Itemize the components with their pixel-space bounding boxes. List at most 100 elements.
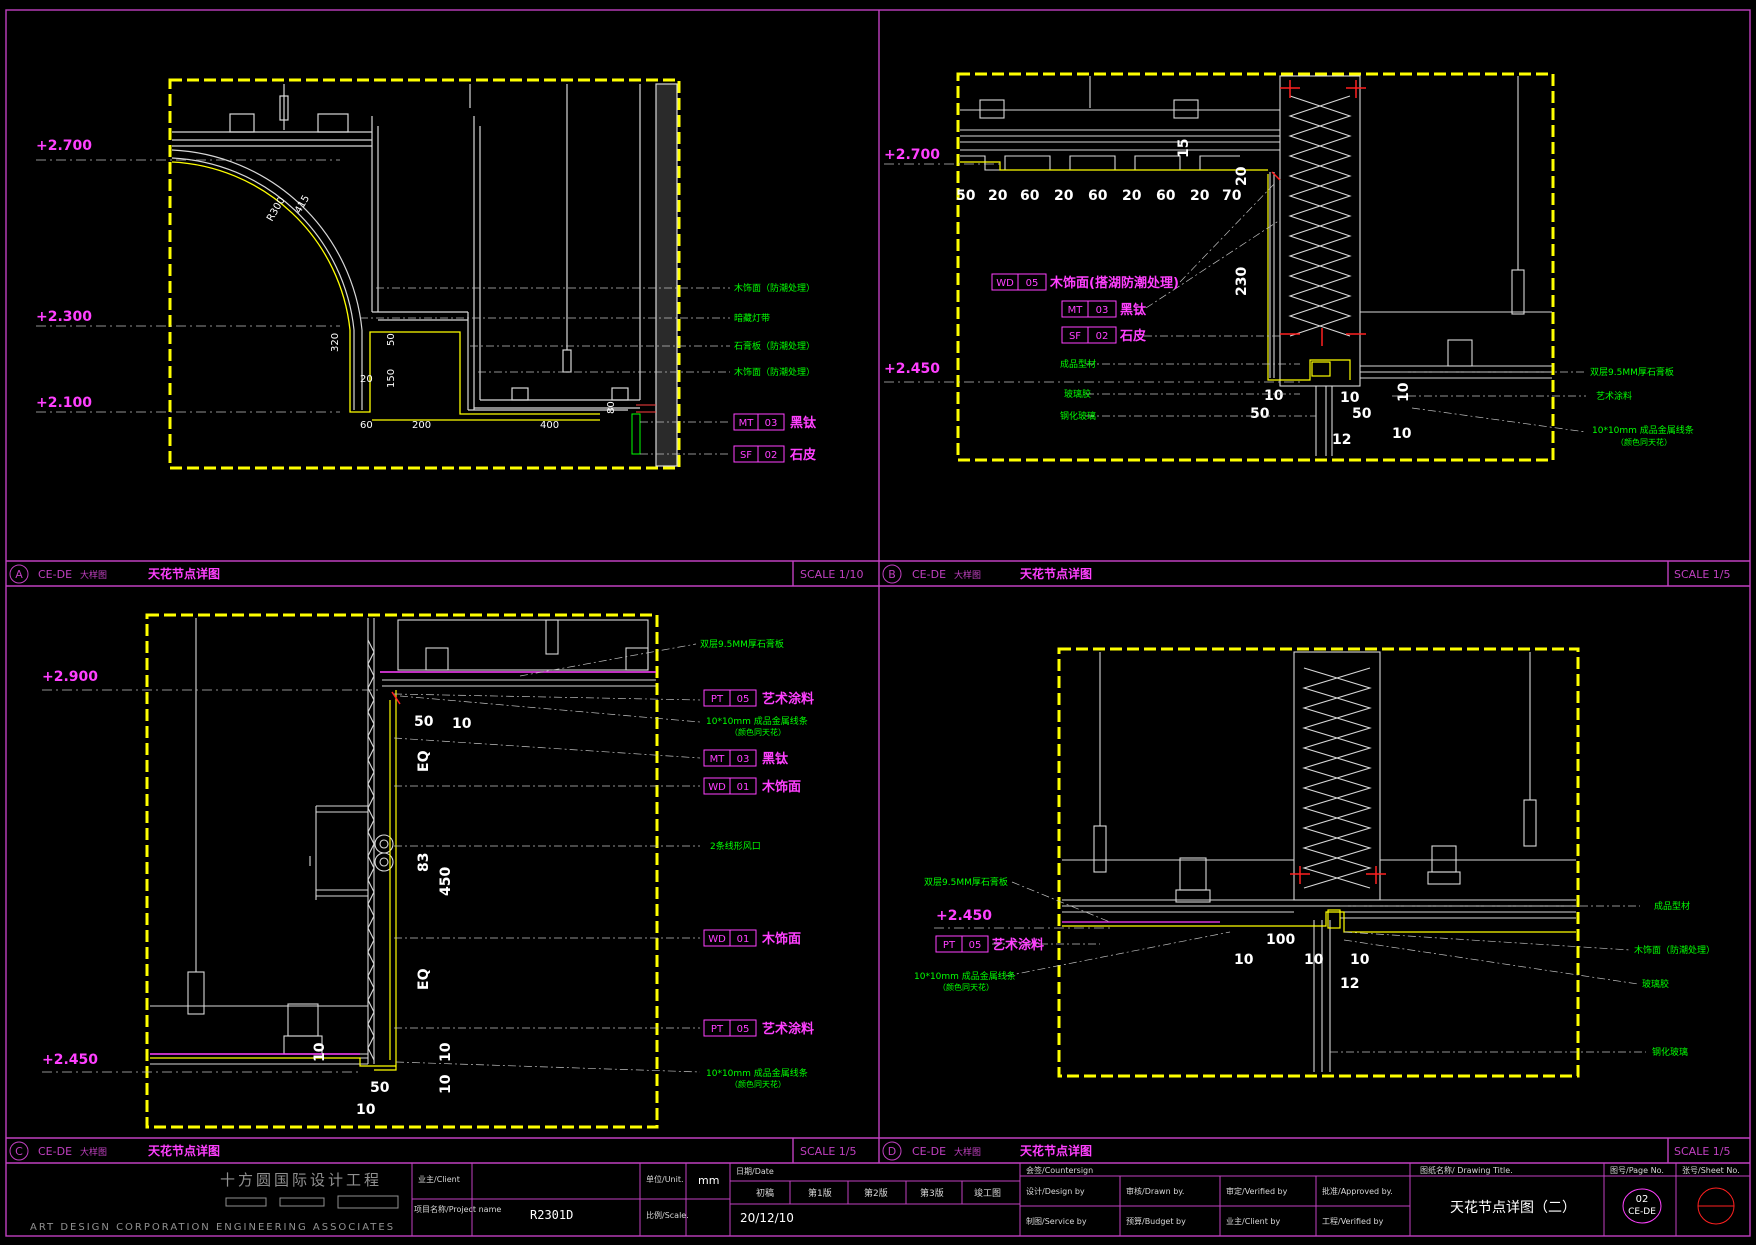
panel-c-dim: 10 bbox=[312, 1042, 328, 1062]
tag-label: 木饰面 bbox=[761, 779, 801, 795]
client-label: 业主/Client bbox=[418, 1174, 460, 1184]
panel-d-title: 天花节点详图 bbox=[1020, 1143, 1092, 1158]
drawing-title-label: 图纸名称/ Drawing Title. bbox=[1420, 1165, 1513, 1175]
panel-b-dim: 70 bbox=[1222, 188, 1242, 204]
panel-c-scale: SCALE 1/5 bbox=[800, 1145, 856, 1158]
panel-c-code: CE-DE bbox=[38, 1145, 72, 1158]
role-service: 制图/Service by bbox=[1026, 1216, 1087, 1226]
panel-c-dim: 50 bbox=[370, 1080, 390, 1096]
panel-b-dim: 10 bbox=[1264, 388, 1284, 404]
panel-b-level-2: +2.450 bbox=[884, 361, 940, 377]
panel-b-dim: 10 bbox=[1396, 382, 1412, 402]
panel-b-level-1: +2.700 bbox=[884, 147, 940, 163]
panel-d-dim: 12 bbox=[1340, 976, 1359, 992]
tag-num: 03 bbox=[737, 754, 750, 765]
panel-b-letter: B bbox=[888, 568, 896, 581]
panel-b-dim: 60 bbox=[1156, 188, 1176, 204]
panel-b-note: （颜色同天花） bbox=[1616, 437, 1672, 447]
panel-b-dim: 10 bbox=[1392, 426, 1412, 442]
panel-b-dim: 230 bbox=[1234, 267, 1250, 296]
panel-a-note: 木饰面（防潮处理） bbox=[734, 366, 815, 378]
panel-b-dim: 20 bbox=[988, 188, 1008, 204]
stage-0: 初稿 bbox=[756, 1187, 774, 1199]
panel-b-dim: 50 bbox=[1250, 406, 1270, 422]
panel-c-dim: 10 bbox=[438, 1042, 454, 1062]
panel-d-note: 成品型材 bbox=[1654, 900, 1690, 912]
panel-c-level-2: +2.450 bbox=[42, 1052, 98, 1068]
cad-sheet: A CE-DE 大样图 天花节点详图 SCALE 1/10 B CE-DE 大样… bbox=[0, 0, 1756, 1245]
tag-code: MT bbox=[1068, 305, 1084, 316]
panel-b-note: 钢化玻璃 bbox=[1060, 410, 1096, 422]
panel-b-dim: 60 bbox=[1020, 188, 1040, 204]
role-verified: 审定/Verified by bbox=[1226, 1186, 1288, 1196]
panel-c-note: （颜色同天花） bbox=[730, 1079, 786, 1089]
scale-label: 比例/Scale. bbox=[646, 1210, 689, 1220]
panel-c-letter: C bbox=[15, 1145, 23, 1158]
tag-label: 黑钛 bbox=[762, 751, 789, 767]
panel-c-dim: EQ bbox=[416, 750, 432, 772]
tag-label: 石皮 bbox=[1119, 328, 1146, 344]
panel-d-dim: 10 bbox=[1234, 952, 1254, 968]
panel-a-dim: 200 bbox=[412, 420, 431, 431]
panel-c-level-1: +2.900 bbox=[42, 669, 98, 685]
panel-d-letter: D bbox=[888, 1145, 896, 1158]
panel-c-dim: 10 bbox=[356, 1102, 376, 1118]
panel-c-dim: 10 bbox=[438, 1074, 454, 1094]
project-value: R2301D bbox=[530, 1208, 573, 1222]
panel-b-dim: 12 bbox=[1332, 432, 1351, 448]
tag-label: 木饰面(搭湖防潮处理) bbox=[1049, 275, 1179, 291]
role-drawn: 审核/Drawn by. bbox=[1126, 1186, 1184, 1196]
panel-c-note: 2条线形风口 bbox=[710, 840, 761, 852]
panel-b-note: 艺术涂料 bbox=[1596, 390, 1632, 402]
panel-d-dim: 10 bbox=[1350, 952, 1370, 968]
panel-b-note: 双层9.5MM厚石膏板 bbox=[1590, 366, 1674, 378]
tag-code: WD bbox=[708, 934, 726, 945]
tag-code: SF bbox=[1069, 331, 1081, 342]
panel-d-dim: 10 bbox=[1304, 952, 1324, 968]
panel-b-dim: 20 bbox=[1054, 188, 1074, 204]
unit-value: mm bbox=[698, 1174, 719, 1187]
panel-c-dim: 50 bbox=[414, 714, 434, 730]
panel-b-dim: 15 bbox=[1176, 139, 1192, 158]
panel-c-dim: 450 bbox=[438, 867, 454, 896]
tag-num: 05 bbox=[1026, 278, 1039, 289]
stage-3: 第3版 bbox=[920, 1187, 944, 1199]
panel-b-dim: 20 bbox=[1234, 166, 1250, 186]
panel-d-note: 玻璃胶 bbox=[1642, 978, 1669, 990]
panel-d-note: 木饰面（防潮处理） bbox=[1634, 944, 1715, 956]
tag-num: 03 bbox=[765, 418, 778, 429]
panel-b-note: 玻璃胶 bbox=[1064, 388, 1091, 400]
panel-b-dim: 10 bbox=[1340, 390, 1360, 406]
tag-label: 艺术涂料 bbox=[762, 1021, 814, 1037]
tag-code: PT bbox=[711, 694, 724, 705]
panel-b-dim: 20 bbox=[1190, 188, 1210, 204]
drawing-title: 天花节点详图（二） bbox=[1450, 1200, 1576, 1216]
tag-code: PT bbox=[711, 1024, 724, 1035]
firm-name-en: ART DESIGN CORPORATION ENGINEERING ASSOC… bbox=[30, 1222, 395, 1233]
panel-c-note: （颜色同天花） bbox=[730, 727, 786, 737]
stage-1: 第1版 bbox=[808, 1187, 832, 1199]
panel-a-code: CE-DE bbox=[38, 568, 72, 581]
panel-a-letter: A bbox=[15, 568, 23, 581]
role-verified-2: 工程/Verified by bbox=[1322, 1217, 1384, 1226]
panel-c-dim: EQ bbox=[416, 968, 432, 990]
panel-d-note: （颜色同天花） bbox=[938, 982, 994, 992]
firm-name-cn: 十方圆国际设计工程 bbox=[220, 1171, 382, 1189]
tag-num: 05 bbox=[969, 940, 982, 951]
panel-d-note: 钢化玻璃 bbox=[1652, 1046, 1688, 1058]
panel-c-kind: 大样图 bbox=[80, 1146, 107, 1158]
panel-b-kind: 大样图 bbox=[954, 569, 981, 581]
panel-a-dim: 80 bbox=[606, 401, 617, 414]
page-value: 02 bbox=[1636, 1194, 1649, 1205]
stage-4: 竣工图 bbox=[974, 1187, 1001, 1199]
tag-label: 木饰面 bbox=[761, 931, 801, 947]
tag-num: 02 bbox=[765, 450, 778, 461]
panel-a-kind: 大样图 bbox=[80, 569, 107, 581]
tag-num: 03 bbox=[1096, 305, 1109, 316]
panel-a-title: 天花节点详图 bbox=[148, 566, 220, 581]
panel-d-scale: SCALE 1/5 bbox=[1674, 1145, 1730, 1158]
date-value: 20/12/10 bbox=[740, 1211, 794, 1225]
panel-a-scale: SCALE 1/10 bbox=[800, 568, 863, 581]
panel-a-dim: 320 bbox=[330, 333, 341, 352]
tag-num: 05 bbox=[737, 694, 750, 705]
